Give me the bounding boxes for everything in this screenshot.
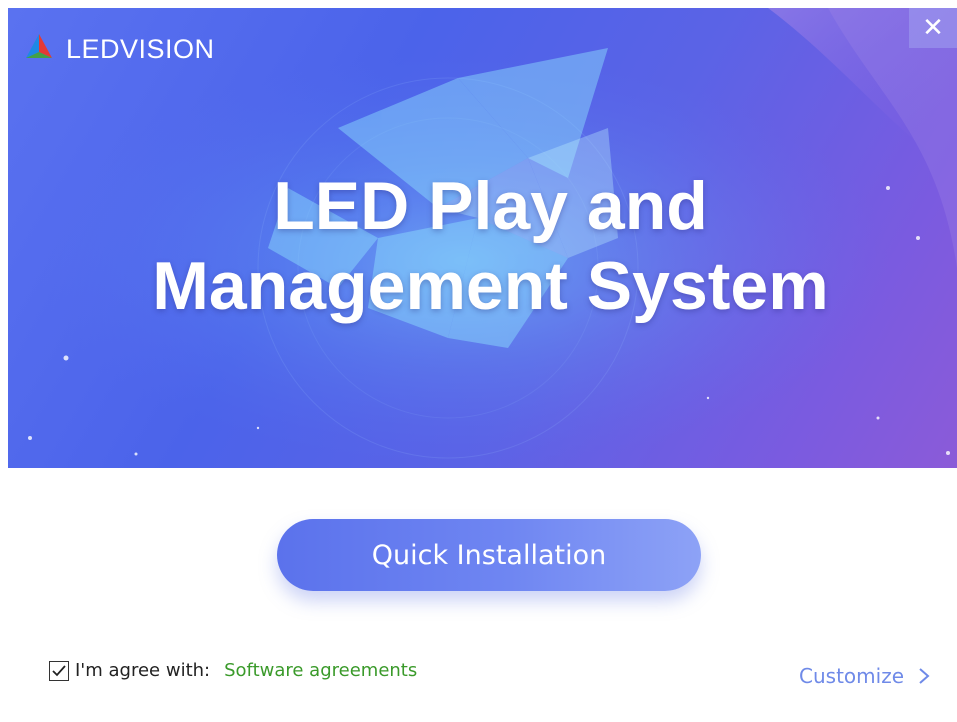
agree-checkbox[interactable] xyxy=(49,660,69,681)
hero-banner: LEDVISION LED Play and Management System xyxy=(8,8,957,468)
headline-line-1: LED Play and xyxy=(273,168,708,244)
app-logo: LEDVISION xyxy=(22,32,215,66)
agree-label: I'm agree with: xyxy=(75,660,211,681)
close-button[interactable]: ✕ xyxy=(909,8,957,48)
installer-window: LEDVISION LED Play and Management System… xyxy=(0,0,957,722)
ledvision-logo-icon xyxy=(26,34,52,58)
agreement-row: I'm agree with: Software agreements xyxy=(49,660,417,681)
quick-installation-button[interactable]: Quick Installation xyxy=(277,519,701,591)
close-icon: ✕ xyxy=(922,13,944,43)
headline-line-2: Management System xyxy=(152,248,829,324)
customize-label: Customize xyxy=(799,664,904,688)
logo-text: LEDVISION xyxy=(66,33,215,64)
customize-link[interactable]: Customize xyxy=(799,664,932,688)
chevron-right-icon xyxy=(919,668,930,684)
software-agreements-link[interactable]: Software agreements xyxy=(224,660,417,681)
checkmark-icon xyxy=(52,664,66,676)
product-headline: LED Play and Management System xyxy=(16,166,957,326)
